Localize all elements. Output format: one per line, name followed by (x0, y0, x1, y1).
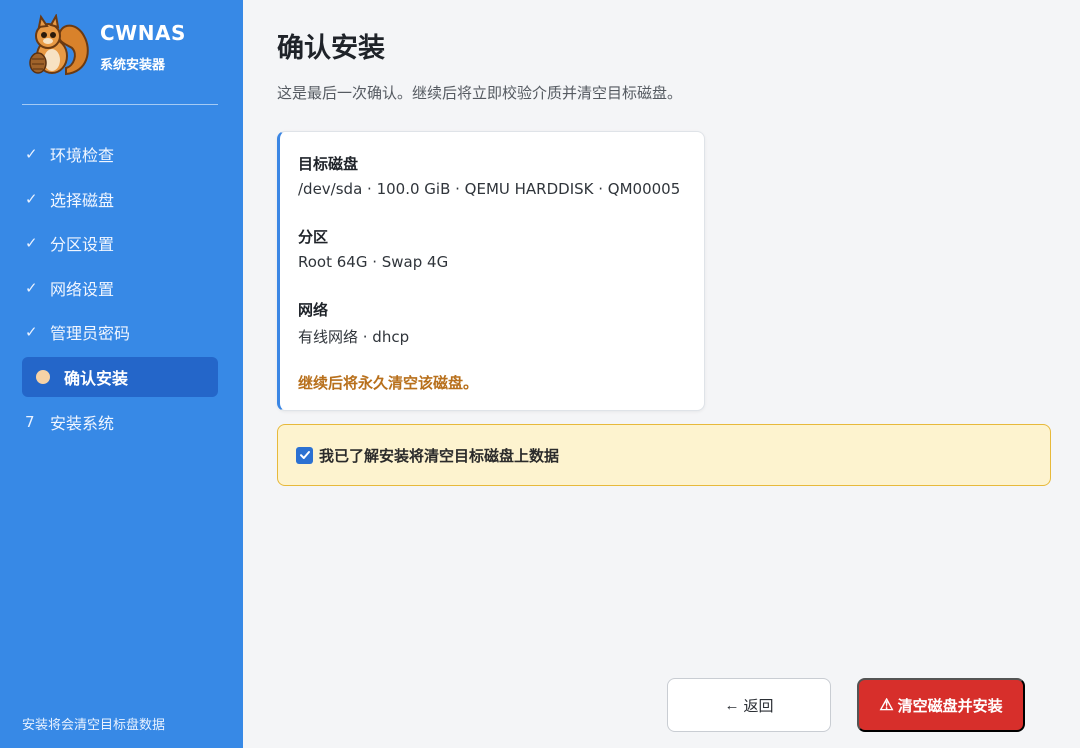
step-environment-check: ✓ 环境检查 (22, 134, 218, 174)
step-label: 环境检查 (50, 146, 115, 165)
brand: CWNAS 系统安装器 (22, 14, 186, 84)
checkmark-icon (299, 451, 310, 459)
page-subtitle: 这是最后一次确认。继续后将立即校验介质并清空目标磁盘。 (277, 84, 683, 102)
disk-label: 目标磁盘 (298, 155, 359, 173)
step-confirm-install: 确认安装 (22, 356, 218, 397)
app-title: CWNAS (100, 21, 186, 45)
step-label: 确认安装 (64, 368, 129, 388)
partition-value: Root 64G · Swap 4G (298, 253, 449, 271)
disk-section: 目标磁盘 /dev/sda · 100.0 GiB · QEMU HARDDIS… (298, 153, 680, 198)
squirrel-logo-icon (29, 14, 89, 76)
step-select-disk: ✓ 选择磁盘 (22, 179, 218, 219)
step-number: 7 (25, 412, 35, 431)
back-button[interactable]: ← 返回 (667, 678, 831, 732)
main-content: 确认安装 这是最后一次确认。继续后将立即校验介质并清空目标磁盘。 目标磁盘 /d… (243, 0, 1080, 748)
app-subtitle: 系统安装器 (100, 58, 166, 73)
sidebar-divider (22, 104, 218, 105)
step-admin-password: ✓ 管理员密码 (22, 312, 218, 352)
step-network: ✓ 网络设置 (22, 268, 218, 308)
step-partition: ✓ 分区设置 (22, 223, 218, 263)
sidebar: CWNAS 系统安装器 ✓ 环境检查 ✓ 选择磁盘 ✓ 分区设置 ✓ 网络设置 … (0, 0, 243, 748)
warning-icon: ⚠ (879, 697, 894, 714)
network-value: 有线网络 · dhcp (298, 328, 410, 346)
disk-value: /dev/sda · 100.0 GiB · QEMU HARDDISK · Q… (298, 180, 681, 198)
partition-label: 分区 (298, 228, 329, 246)
back-button-label: 返回 (743, 697, 774, 715)
confirm-checkbox[interactable] (296, 446, 313, 464)
step-label: 分区设置 (50, 235, 115, 255)
network-label: 网络 (298, 301, 329, 319)
step-install-system: 7 安装系统 (22, 402, 218, 442)
step-label: 网络设置 (50, 279, 115, 299)
install-button-label: 清空磁盘并安装 (897, 697, 1003, 715)
check-icon: ✓ (25, 189, 38, 208)
step-label: 选择磁盘 (50, 190, 115, 210)
confirm-erase-checkbox-row[interactable]: 我已了解安装将清空目标磁盘上数据 (277, 424, 1051, 486)
page-title: 确认安装 (277, 33, 385, 64)
install-summary-card: 目标磁盘 /dev/sda · 100.0 GiB · QEMU HARDDIS… (277, 131, 705, 411)
network-section: 网络 有线网络 · dhcp (298, 299, 409, 347)
step-list: ✓ 环境检查 ✓ 选择磁盘 ✓ 分区设置 ✓ 网络设置 ✓ 管理员密码 确认安装… (22, 134, 218, 446)
check-icon: ✓ (25, 234, 38, 253)
confirm-checkbox-label: 我已了解安装将清空目标磁盘上数据 (319, 446, 560, 465)
check-icon: ✓ (25, 278, 38, 297)
step-label: 安装系统 (50, 413, 115, 433)
partition-section: 分区 Root 64G · Swap 4G (298, 226, 448, 271)
erase-and-install-button[interactable]: ⚠ 清空磁盘并安装 (857, 678, 1025, 732)
step-label: 管理员密码 (50, 324, 131, 344)
erase-warning: 继续后将永久清空该磁盘。 (298, 374, 479, 392)
sidebar-footer-note: 安装将会清空目标盘数据 (22, 718, 166, 733)
check-icon: ✓ (25, 145, 38, 163)
current-step-dot-icon (36, 369, 50, 384)
arrow-left-icon: ← (724, 696, 740, 714)
check-icon: ✓ (25, 323, 38, 342)
